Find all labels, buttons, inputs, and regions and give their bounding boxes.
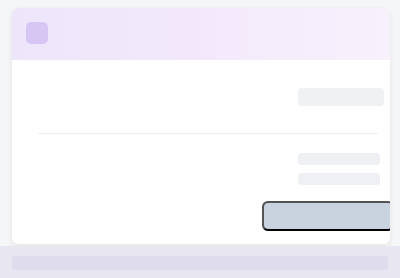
section-divider (38, 133, 378, 134)
top-right-field[interactable] (298, 88, 384, 106)
app-icon (26, 22, 48, 44)
row-label-1 (44, 158, 154, 170)
header-bar (12, 8, 390, 60)
primary-action-button[interactable] (262, 201, 390, 231)
page (0, 0, 400, 278)
footer-bar (0, 246, 400, 278)
header-title (56, 25, 226, 43)
row-label-2 (44, 180, 154, 192)
dialog-window (12, 8, 390, 244)
section-title (42, 96, 252, 114)
row-value-2[interactable] (298, 173, 380, 185)
row-value-1[interactable] (298, 153, 380, 165)
footer-content (12, 256, 388, 270)
